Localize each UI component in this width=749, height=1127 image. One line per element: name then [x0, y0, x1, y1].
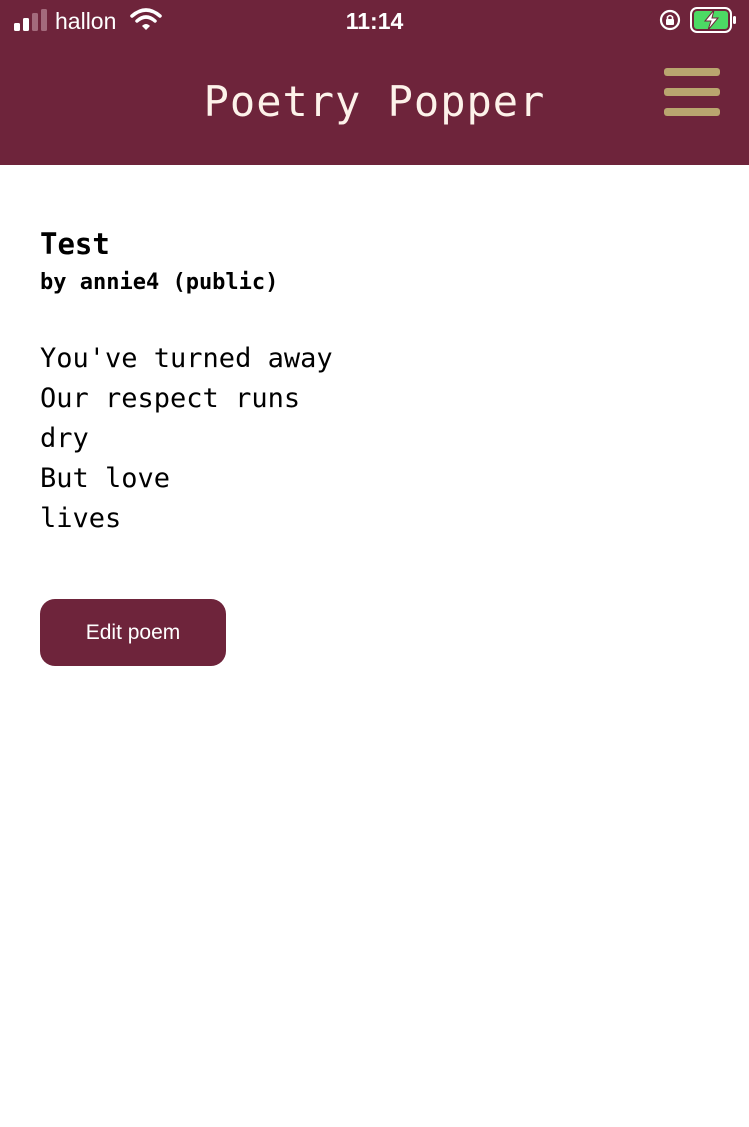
- poem-line: dry: [40, 423, 89, 454]
- hamburger-menu-icon[interactable]: [660, 66, 722, 120]
- rotation-lock-icon: [659, 9, 681, 31]
- app-title: Poetry Popper: [203, 77, 546, 126]
- poem-line: lives: [40, 503, 122, 534]
- poem-line: You've turned away: [40, 343, 333, 374]
- menu-bar-bottom: [664, 108, 720, 116]
- poem-line: Our respect runs: [40, 383, 301, 414]
- app-header: Poetry Popper: [0, 42, 749, 165]
- poem-body: You've turned away Our respect runs dry …: [40, 339, 333, 539]
- status-bar: hallon 11:14: [0, 0, 749, 42]
- edit-poem-button[interactable]: Edit poem: [40, 599, 226, 666]
- battery-charging-icon: [690, 7, 736, 33]
- status-clock: 11:14: [345, 8, 404, 34]
- poem-line: But love: [40, 463, 171, 494]
- menu-bar-middle: [664, 88, 720, 96]
- poem-title: Test: [40, 227, 110, 261]
- poem-author: by annie4 (public): [40, 270, 279, 295]
- menu-bar-top: [664, 68, 720, 76]
